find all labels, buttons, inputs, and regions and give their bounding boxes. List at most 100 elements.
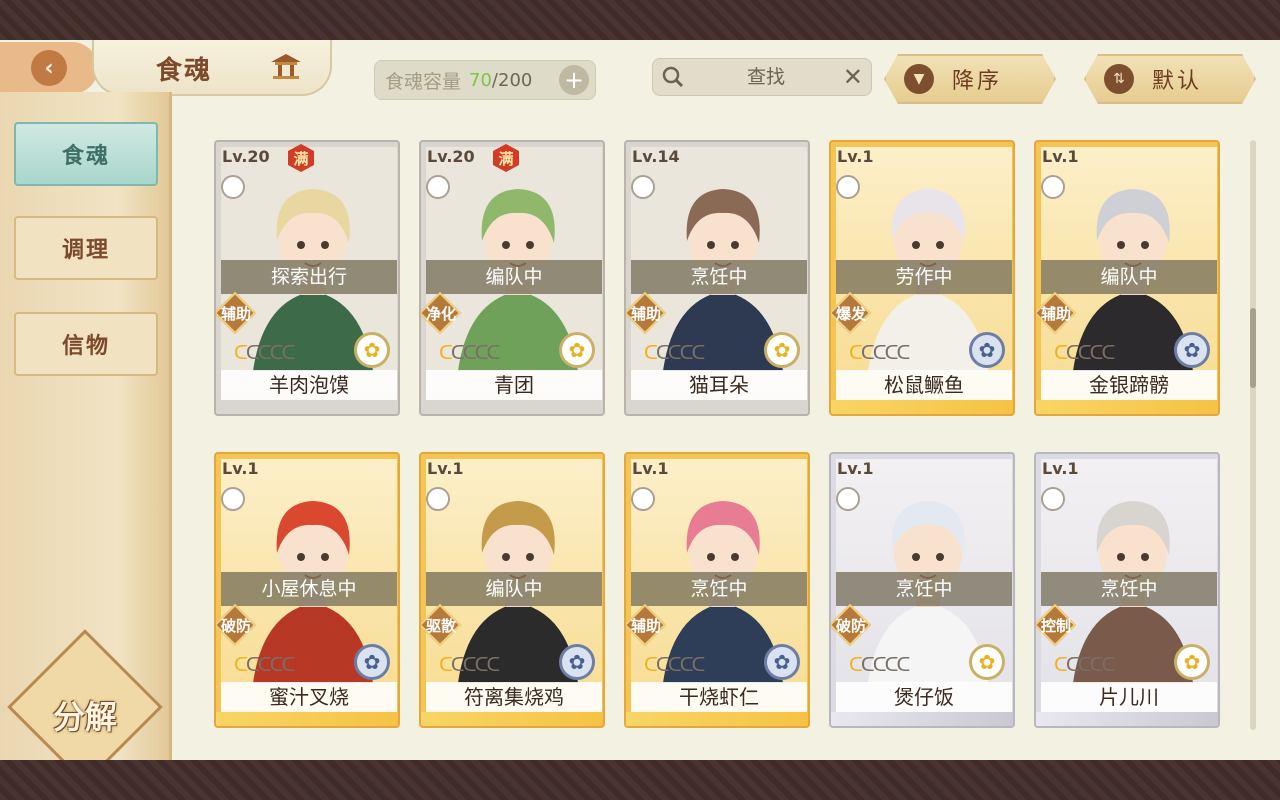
spoon-icon: ᑕ	[860, 654, 875, 676]
food-soul-card[interactable]: Lv.1 劳作中 爆发 ᑕᑕᑕᑕᑕ ✿ 松鼠鳜鱼	[829, 140, 1015, 416]
role-badge: 辅助	[626, 603, 668, 647]
card-level: Lv.1	[837, 147, 874, 166]
spoon-icon: ᑕ	[486, 342, 501, 364]
role-badge: 净化	[421, 291, 463, 335]
card-name: 煲仔饭	[836, 682, 1012, 712]
food-soul-card[interactable]: Lv.1 编队中 驱散 ᑕᑕᑕᑕᑕ ✿ 符离集烧鸡	[419, 452, 605, 728]
rarity-flower-icon: ✿	[969, 332, 1005, 368]
role-badge: 控制	[1036, 603, 1078, 647]
title-tab: 食魂	[92, 40, 332, 96]
card-bottom-strip	[831, 712, 1013, 726]
pavilion-icon[interactable]	[269, 52, 303, 80]
spoon-icon: ᑕ	[872, 342, 887, 364]
spoon-icon: ᑕ	[691, 342, 706, 364]
food-soul-card[interactable]: Lv.1 烹饪中 破防 ᑕᑕᑕᑕᑕ ✿ 煲仔饭	[829, 452, 1015, 728]
card-bottom-strip	[216, 712, 398, 726]
food-soul-card[interactable]: Lv.14 烹饪中 辅助 ᑕᑕᑕᑕᑕ ✿ 猫耳朵	[624, 140, 810, 416]
spoon-icon: ᑕ	[679, 654, 694, 676]
card-level: Lv.20	[427, 147, 475, 166]
food-soul-card[interactable]: Lv.1 小屋休息中 破防 ᑕᑕᑕᑕᑕ ✿ 蜜汁叉烧	[214, 452, 400, 728]
spoon-icon: ᑕ	[1054, 654, 1068, 676]
spoon-icon: ᑕ	[644, 342, 658, 364]
card-name: 羊肉泡馍	[221, 370, 397, 400]
bowl-icon	[221, 487, 245, 511]
spoon-icon: ᑕ	[1054, 342, 1068, 364]
spoon-icon: ᑕ	[474, 342, 489, 364]
spoon-icon: ᑕ	[860, 342, 875, 364]
sort-descending-button[interactable]: ▼ 降序	[884, 54, 1056, 104]
grid-scrollbar[interactable]	[1250, 140, 1256, 730]
card-bottom-strip	[1036, 712, 1218, 726]
card-status: 烹饪中	[631, 260, 807, 294]
spoon-icon: ᑕ	[439, 342, 453, 364]
card-status: 编队中	[1041, 260, 1217, 294]
bowl-icon	[426, 487, 450, 511]
role-badge: 破防	[216, 603, 258, 647]
sidebar-item-food-soul[interactable]: 食魂	[14, 122, 158, 186]
spoon-icon: ᑕ	[896, 654, 911, 676]
spoon-icon: ᑕ	[439, 654, 453, 676]
card-bottom-strip	[1036, 400, 1218, 414]
star-spoons: ᑕᑕᑕᑕᑕ	[644, 342, 706, 364]
spoon-icon: ᑕ	[245, 654, 260, 676]
star-spoons: ᑕᑕᑕᑕᑕ	[849, 342, 910, 364]
capacity-max: 200	[498, 69, 533, 91]
spoon-icon: ᑕ	[1101, 654, 1116, 676]
star-spoons: ᑕᑕᑕᑕᑕ	[849, 654, 911, 676]
card-name: 金银蹄髈	[1041, 370, 1217, 400]
role-label: 驱散	[425, 617, 456, 635]
card-bottom-strip	[421, 712, 603, 726]
role-label: 辅助	[220, 305, 251, 323]
card-status: 烹饪中	[836, 572, 1012, 606]
card-name: 猫耳朵	[631, 370, 807, 400]
role-badge: 辅助	[626, 291, 668, 335]
decompose-label[interactable]: 分解	[30, 692, 140, 738]
card-name: 青团	[426, 370, 602, 400]
food-soul-card[interactable]: Lv.1 烹饪中 控制 ᑕᑕᑕᑕᑕ ✿ 片儿川	[1034, 452, 1220, 728]
bottom-border	[0, 760, 1280, 800]
food-soul-card[interactable]: Lv.20 满 编队中 净化 ᑕᑕᑕᑕᑕ ✿ 青团	[419, 140, 605, 416]
spoon-icon: ᑕ	[234, 654, 248, 676]
card-status: 烹饪中	[1041, 572, 1217, 606]
spoon-icon: ᑕ	[849, 654, 863, 676]
role-label: 破防	[220, 617, 251, 635]
back-arrow-icon: ‹	[31, 50, 67, 86]
rarity-flower-icon: ✿	[1174, 332, 1210, 368]
sidebar-item-conditioning[interactable]: 调理	[14, 216, 158, 280]
food-soul-card[interactable]: Lv.1 烹饪中 辅助 ᑕᑕᑕᑕᑕ ✿ 干烧虾仁	[624, 452, 810, 728]
role-label: 净化	[425, 305, 456, 323]
card-status: 劳作中	[836, 260, 1012, 294]
star-spoons: ᑕᑕᑕᑕᑕ	[234, 654, 295, 676]
spoon-icon: ᑕ	[245, 342, 260, 364]
spoon-icon: ᑕ	[1089, 342, 1104, 364]
role-label: 破防	[835, 617, 866, 635]
food-soul-card[interactable]: Lv.1 编队中 辅助 ᑕᑕᑕᑕᑕ ✿ 金银蹄髈	[1034, 140, 1220, 416]
bowl-icon	[631, 175, 655, 199]
spoon-icon: ᑕ	[691, 654, 706, 676]
card-name: 松鼠鳜鱼	[836, 370, 1012, 400]
add-capacity-button[interactable]: +	[559, 65, 589, 95]
role-badge: 驱散	[421, 603, 463, 647]
food-soul-grid: Lv.20 满 探索出行 辅助 ᑕᑕᑕᑕᑕ ✿ 羊肉泡馍 Lv.20 满 编队中…	[214, 140, 1224, 740]
star-spoons: ᑕᑕᑕᑕᑕ	[234, 342, 295, 364]
bowl-icon	[836, 175, 860, 199]
sidebar-item-tokens[interactable]: 信物	[14, 312, 158, 376]
rarity-flower-icon: ✿	[1174, 644, 1210, 680]
scroll-thumb[interactable]	[1250, 308, 1256, 388]
card-level: Lv.1	[837, 459, 874, 478]
spoon-icon: ᑕ	[474, 654, 489, 676]
spoon-icon: ᑕ	[1065, 342, 1080, 364]
sort-default-button[interactable]: ⇅ 默认	[1084, 54, 1256, 104]
search-input[interactable]	[691, 59, 841, 95]
clear-search-icon[interactable]: ✕	[843, 63, 863, 91]
card-level: Lv.14	[632, 147, 680, 166]
spoon-icon: ᑕ	[1077, 342, 1092, 364]
role-label: 爆发	[835, 305, 866, 323]
spoon-icon: ᑕ	[269, 342, 284, 364]
back-button[interactable]: ‹	[0, 42, 98, 94]
spoon-icon: ᑕ	[269, 654, 284, 676]
bowl-icon	[836, 487, 860, 511]
header: ‹ 食魂 食魂容量 70 / 200 + ✕	[0, 40, 1280, 112]
card-status: 编队中	[426, 572, 602, 606]
food-soul-card[interactable]: Lv.20 满 探索出行 辅助 ᑕᑕᑕᑕᑕ ✿ 羊肉泡馍	[214, 140, 400, 416]
